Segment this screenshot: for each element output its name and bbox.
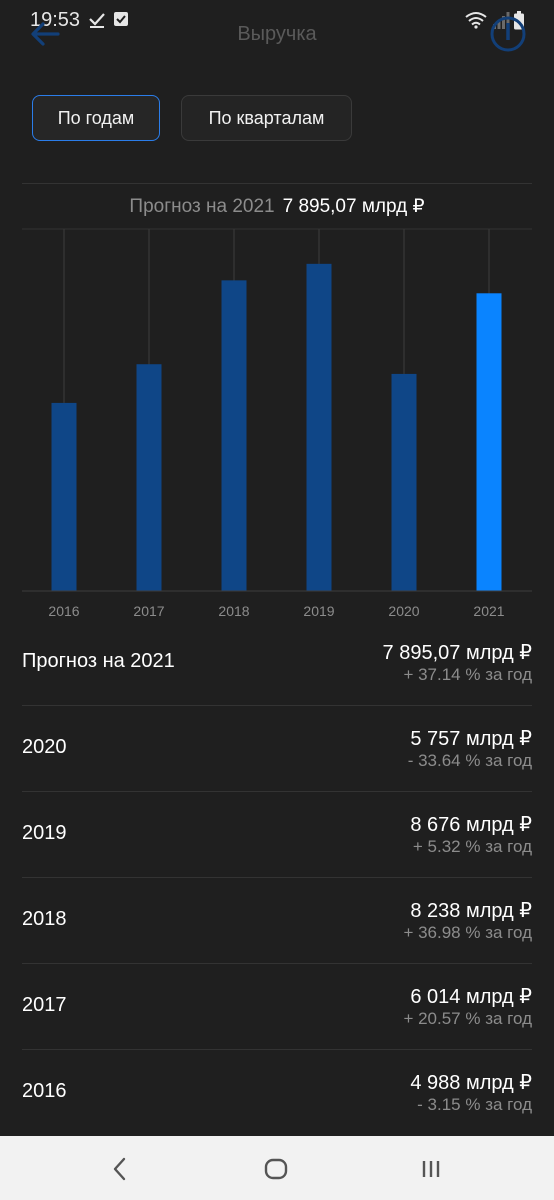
row-label: Прогноз на 2021 [22,650,175,672]
row-value: 8 676 млрд ₽ [410,814,532,836]
x-tick-label: 2019 [303,603,334,619]
list-item[interactable]: 2016 4 988 млрд ₽ - 3.15 % за год [22,1050,532,1136]
row-label: 2019 [22,822,67,844]
chart-bar-2020[interactable] [391,373,417,591]
list-item[interactable]: 2018 8 238 млрд ₽ + 36.98 % за год [22,878,532,964]
row-change: + 5.32 % за год [412,837,532,856]
row-change: + 20.57 % за год [403,1009,532,1028]
list-item[interactable]: 2020 5 757 млрд ₽ - 33.64 % за год [22,706,532,792]
divider [22,183,532,184]
app-bar: Выручка [0,14,554,58]
chart-bar-2016[interactable] [51,402,77,591]
row-change: + 36.98 % за год [403,923,532,942]
row-value: 5 757 млрд ₽ [410,728,532,750]
x-tick-label: 2016 [48,603,79,619]
row-label: 2016 [22,1080,67,1102]
nav-home-icon[interactable] [261,1154,291,1184]
info-icon[interactable] [488,14,528,54]
row-value: 7 895,07 млрд ₽ [382,642,532,664]
row-change: - 33.64 % за год [407,751,532,770]
forecast-header: Прогноз на 2021 7 895,07 млрд ₽ [0,195,554,218]
tab-by-years[interactable]: По годам [32,95,160,141]
page-title: Выручка [237,23,317,45]
revenue-bar-chart: 2016 2017 2018 2019 2020 2021 [22,228,532,619]
list-item[interactable]: 2017 6 014 млрд ₽ + 20.57 % за год [22,964,532,1050]
tab-by-quarters[interactable]: По кварталам [181,95,352,141]
revenue-list: Прогноз на 2021 7 895,07 млрд ₽ + 37.14 … [0,620,554,1136]
x-tick-label: 2018 [218,603,249,619]
chart-bar-2017[interactable] [136,364,162,591]
row-value: 6 014 млрд ₽ [410,986,532,1008]
system-nav-bar [0,1136,554,1200]
x-tick-label: 2021 [473,603,504,619]
x-tick-label: 2017 [133,603,164,619]
nav-back-icon[interactable] [105,1154,135,1184]
row-label: 2020 [22,736,67,758]
row-label: 2018 [22,908,67,930]
chart-bar-2018[interactable] [221,280,247,591]
list-item[interactable]: Прогноз на 2021 7 895,07 млрд ₽ + 37.14 … [22,620,532,706]
row-change: + 37.14 % за год [403,665,532,684]
row-change: - 3.15 % за год [417,1095,532,1114]
forecast-label: Прогноз на 2021 [129,196,275,217]
forecast-value: 7 895,07 млрд ₽ [282,196,425,217]
nav-recents-icon[interactable] [416,1154,446,1184]
row-value: 8 238 млрд ₽ [410,900,532,922]
chart-bar-2021[interactable] [476,293,502,591]
row-value: 4 988 млрд ₽ [410,1072,532,1094]
row-label: 2017 [22,994,67,1016]
list-item[interactable]: 2019 8 676 млрд ₽ + 5.32 % за год [22,792,532,878]
chart-bar-2019[interactable] [306,263,332,591]
x-tick-label: 2020 [388,603,419,619]
